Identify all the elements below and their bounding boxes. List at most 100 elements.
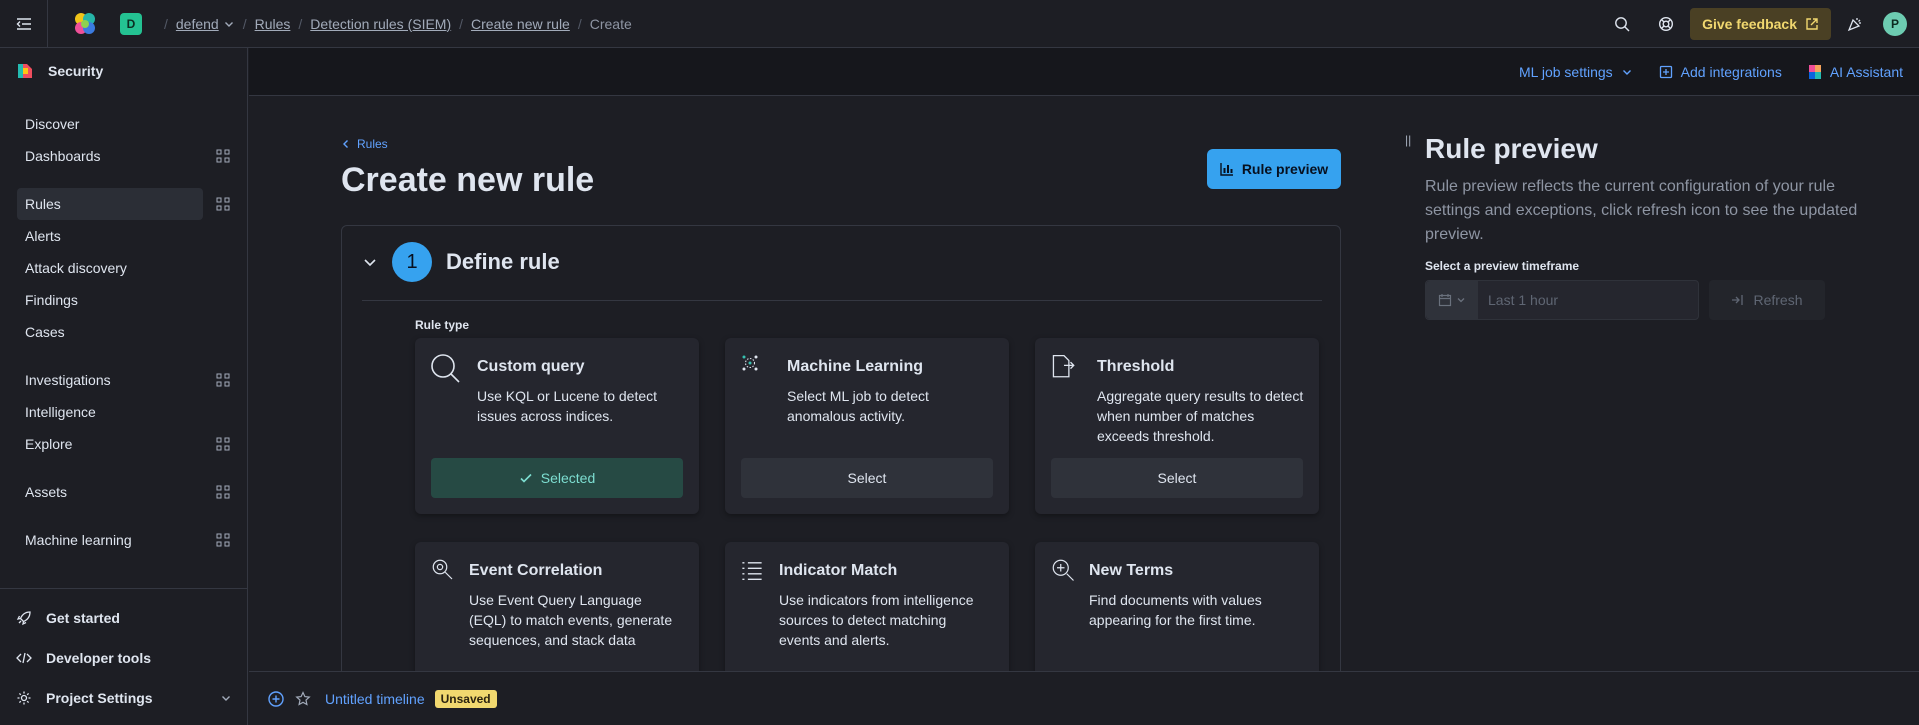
breadcrumb-detection-rules[interactable]: Detection rules (SIEM) — [310, 16, 451, 32]
sidebar-item-explore[interactable]: Explore — [17, 428, 203, 460]
code-icon — [16, 652, 32, 664]
resize-handle[interactable]: || — [1405, 133, 1411, 147]
project-settings-link[interactable]: Project Settings — [16, 690, 232, 706]
toggle-nav-button[interactable] — [0, 0, 48, 48]
card-description: Find documents with values appearing for… — [1089, 592, 1262, 628]
main-content: Rules Create new rule Rule preview 1 Def… — [249, 97, 1919, 718]
app-menu-bar: ML job settings Add integrations AI Assi… — [249, 48, 1919, 96]
star-icon[interactable] — [295, 690, 311, 707]
search-button[interactable] — [1604, 6, 1640, 42]
sidebar-item-dashboards[interactable]: Dashboards — [17, 140, 203, 172]
rule-type-card-custom-query[interactable]: Custom query Use KQL or Lucene to detect… — [415, 338, 699, 514]
app-grid-icon[interactable] — [215, 196, 231, 212]
sidebar-item-label: Investigations — [25, 372, 111, 388]
ml-job-settings-label: ML job settings — [1519, 64, 1613, 80]
sidebar-item-machine-learning[interactable]: Machine learning — [17, 524, 203, 556]
rule-type-card-threshold[interactable]: Threshold Aggregate query results to det… — [1035, 338, 1319, 514]
app-grid-icon[interactable] — [215, 532, 231, 548]
rule-type-card-machine-learning[interactable]: Machine Learning Select ML job to detect… — [725, 338, 1009, 514]
custom-query-button-label: Selected — [540, 470, 596, 486]
chevron-down-icon[interactable] — [362, 254, 378, 270]
list-icon — [742, 562, 762, 580]
unsaved-badge: Unsaved — [434, 689, 497, 708]
breadcrumb-rules[interactable]: Rules — [255, 16, 291, 32]
quick-select-button[interactable] — [1426, 281, 1478, 319]
refresh-label: Refresh — [1753, 292, 1803, 308]
sidebar-item-cases[interactable]: Cases — [17, 316, 203, 348]
sidebar-item-label: Cases — [25, 324, 65, 340]
sidebar-item-label: Assets — [25, 484, 68, 500]
deployment-badge[interactable]: D — [120, 12, 142, 35]
sidebar-item-findings[interactable]: Findings — [17, 284, 203, 316]
sidebar-item-intelligence[interactable]: Intelligence — [17, 396, 203, 428]
rule-preview-title: Rule preview — [1425, 133, 1598, 164]
search-icon — [1615, 17, 1630, 32]
chevron-left-icon — [343, 140, 348, 148]
preview-timeframe-picker[interactable]: Last 1 hour — [1425, 280, 1699, 320]
app-grid-icon[interactable] — [215, 484, 231, 500]
add-timeline-icon[interactable] — [267, 690, 285, 708]
timeline-bar: Untitled timeline Unsaved — [249, 671, 1919, 725]
custom-query-selected-button[interactable]: Selected — [431, 458, 683, 498]
sidebar-item-label: Discover — [25, 116, 80, 132]
app-grid-icon[interactable] — [215, 148, 231, 164]
card-title: Custom query — [477, 358, 585, 375]
back-to-rules-link[interactable]: Rules — [341, 137, 388, 151]
refresh-button[interactable]: Refresh — [1709, 280, 1825, 320]
app-grid-icon[interactable] — [215, 436, 231, 452]
breadcrumb-space[interactable]: defend — [176, 16, 219, 32]
app-grid-icon[interactable] — [215, 372, 231, 388]
get-started-link[interactable]: Get started — [16, 610, 120, 626]
rule-type-label: Rule type — [415, 318, 470, 332]
help-button[interactable] — [1648, 6, 1684, 42]
breadcrumb-create-new-rule[interactable]: Create new rule — [471, 16, 570, 32]
chart-icon — [1220, 163, 1233, 176]
external-link-icon — [1806, 18, 1818, 30]
user-avatar[interactable]: P — [1883, 12, 1907, 36]
gear-icon — [17, 691, 31, 705]
card-description: Use Event Query Language (EQL) to match … — [469, 592, 673, 648]
add-integrations-button[interactable]: Add integrations — [1659, 64, 1782, 80]
give-feedback-button[interactable]: Give feedback — [1690, 8, 1831, 40]
project-settings-label: Project Settings — [46, 690, 153, 706]
news-button[interactable] — [1837, 6, 1873, 42]
threshold-select-button[interactable]: Select — [1051, 458, 1303, 498]
breadcrumb-current: Create — [589, 15, 632, 32]
rule-preview-description: Rule preview reflects the current config… — [1425, 178, 1858, 243]
add-integrations-label: Add integrations — [1680, 64, 1782, 80]
sidebar-item-investigations[interactable]: Investigations — [17, 364, 203, 396]
define-rule-panel: 1 Define rule Rule type Custom query Use… — [341, 225, 1341, 718]
solution-title[interactable]: Security — [16, 62, 103, 80]
sidebar-item-discover[interactable]: Discover — [17, 108, 203, 140]
search-gear-icon — [432, 559, 453, 580]
card-title: Indicator Match — [779, 562, 898, 579]
ml-job-settings-button[interactable]: ML job settings — [1519, 64, 1633, 80]
machine-learning-icon — [742, 355, 758, 371]
elastic-logo[interactable] — [72, 11, 98, 37]
side-navigation: Security Discover Dashboards Rules Alert… — [0, 48, 248, 725]
back-to-rules-label: Rules — [357, 137, 388, 151]
rule-preview-button[interactable]: Rule preview — [1207, 149, 1341, 189]
sidebar-item-alerts[interactable]: Alerts — [17, 220, 203, 252]
threshold-icon — [1052, 354, 1075, 378]
security-logo-icon — [18, 64, 32, 78]
cheer-icon — [1847, 18, 1861, 32]
rule-preview-label: Rule preview — [1241, 161, 1329, 177]
zoom-in-icon — [1052, 559, 1074, 581]
page-title: Create new rule — [341, 161, 595, 199]
sidebar-item-assets[interactable]: Assets — [17, 476, 203, 508]
define-rule-step-header[interactable]: 1 Define rule — [362, 242, 560, 282]
sidebar-item-label: Explore — [25, 436, 73, 452]
rocket-icon — [16, 611, 31, 626]
machine-learning-select-button[interactable]: Select — [741, 458, 993, 498]
ai-assistant-logo-icon — [1808, 65, 1821, 79]
sidebar-item-rules[interactable]: Rules — [17, 188, 203, 220]
developer-tools-link[interactable]: Developer tools — [16, 650, 151, 666]
developer-tools-label: Developer tools — [46, 650, 152, 666]
timeline-title-link[interactable]: Untitled timeline — [325, 691, 425, 707]
machine-learning-button-label: Select — [847, 470, 887, 486]
sidebar-item-label: Rules — [25, 196, 61, 212]
chevron-down-icon[interactable] — [223, 18, 235, 30]
sidebar-item-attack-discovery[interactable]: Attack discovery — [17, 252, 203, 284]
ai-assistant-button[interactable]: AI Assistant — [1808, 64, 1903, 80]
